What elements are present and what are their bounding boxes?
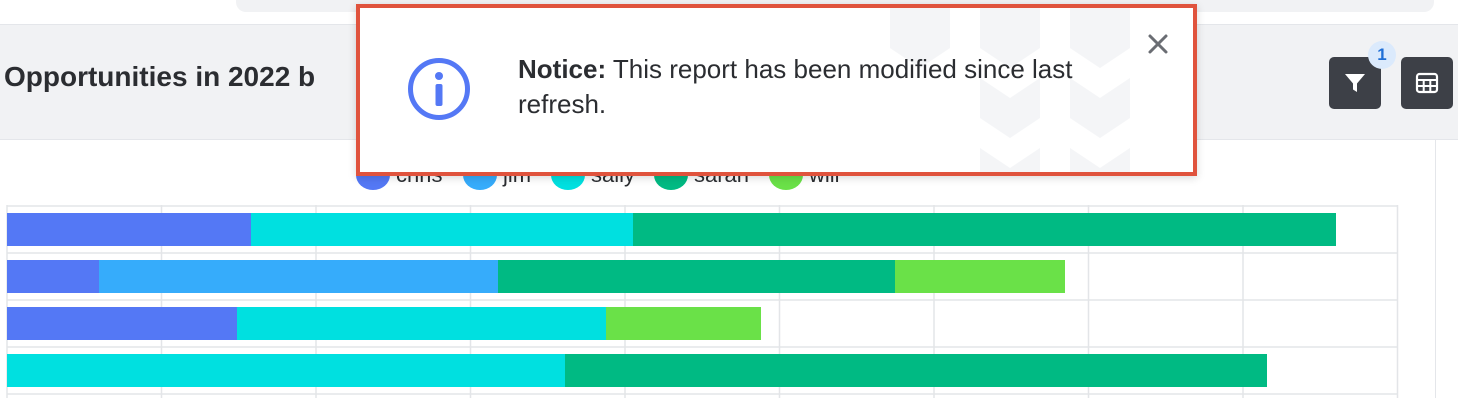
grid-view-button[interactable] (1401, 57, 1453, 109)
bar-segment-sally[interactable] (7, 354, 565, 387)
close-icon[interactable] (1142, 28, 1174, 60)
bar-segment-chris[interactable] (7, 307, 237, 340)
notice-toast: Notice: This report has been modified si… (356, 4, 1197, 176)
bar-segment-sally[interactable] (251, 213, 633, 246)
bar-segment-chris[interactable] (7, 260, 99, 293)
grid-icon (1415, 72, 1439, 94)
bar-segment-will[interactable] (606, 307, 761, 340)
panel-divider (1435, 140, 1436, 398)
filter-icon (1345, 74, 1365, 92)
bar-segment-sarah[interactable] (633, 213, 1336, 246)
stacked-bar-chart (6, 205, 1399, 398)
info-icon (408, 58, 470, 120)
notice-label: Notice: (518, 54, 607, 84)
bar-segment-sarah[interactable] (565, 354, 1267, 387)
bar-segment-sally[interactable] (237, 307, 606, 340)
bar-segment-will[interactable] (895, 260, 1065, 293)
page-title: Opportunities in 2022 b (4, 61, 316, 92)
bar-segment-sarah[interactable] (498, 260, 895, 293)
filter-count-badge: 1 (1368, 41, 1396, 69)
bar-segment-jim[interactable] (99, 260, 498, 293)
bar-segment-chris[interactable] (7, 213, 251, 246)
notice-message: Notice: This report has been modified si… (518, 52, 1118, 122)
